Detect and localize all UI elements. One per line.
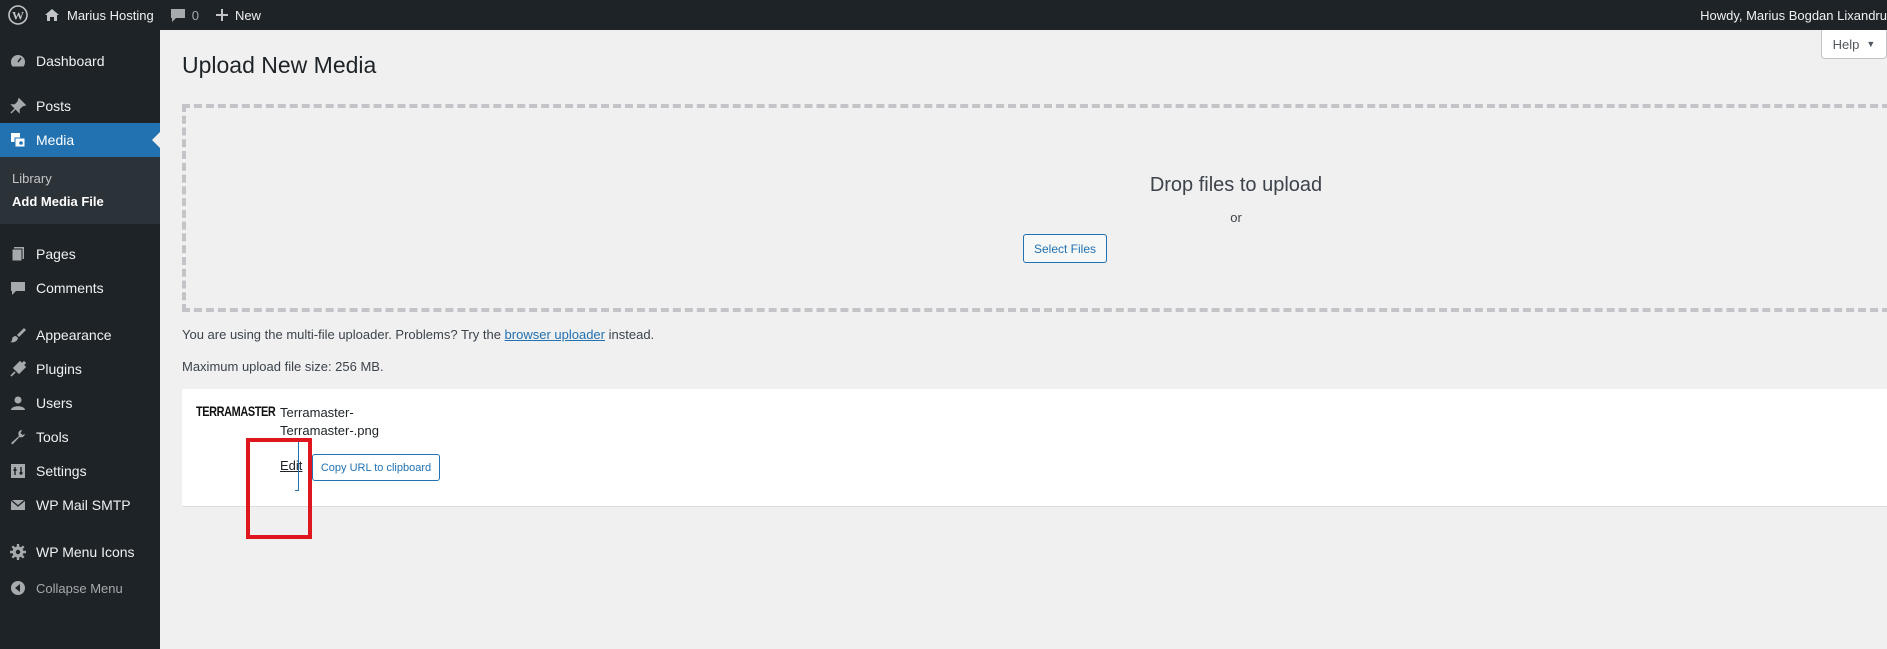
media-icon	[0, 131, 36, 149]
gear-icon	[0, 543, 36, 561]
admin-sidebar: Dashboard Posts Media Library Add Media …	[0, 30, 160, 649]
plus-icon	[215, 8, 229, 22]
main-content: Upload New Media Help ▼ Drop files to up…	[160, 30, 1887, 649]
sidebar-item-appearance[interactable]: Appearance	[0, 318, 160, 352]
select-files-button[interactable]: Select Files	[1023, 234, 1107, 263]
sidebar-item-users[interactable]: Users	[0, 386, 160, 420]
help-label: Help	[1832, 36, 1860, 52]
new-label: New	[234, 7, 261, 23]
copy-url-button[interactable]: Copy URL to clipboard	[312, 454, 440, 481]
howdy-text: Howdy, Marius Bogdan Lixandru	[1700, 7, 1887, 23]
sidebar-item-label: Users	[36, 395, 73, 411]
sidebar-item-label: Pages	[36, 246, 76, 262]
paintbrush-icon	[0, 326, 36, 344]
pin-icon	[0, 97, 36, 115]
user-icon	[0, 394, 36, 412]
sidebar-item-label: Comments	[36, 280, 104, 296]
sidebar-item-label: WP Mail SMTP	[36, 497, 131, 513]
drop-files-title: Drop files to upload	[1149, 174, 1323, 196]
sidebar-item-dashboard[interactable]: Dashboard	[0, 44, 160, 78]
uploader-notice-prefix: You are using the multi-file uploader. P…	[182, 327, 501, 342]
annotation-highlight-box	[246, 438, 312, 539]
collapse-menu-button[interactable]: Collapse Menu	[0, 571, 160, 605]
drop-or-text: or	[1230, 210, 1242, 225]
media-thumbnail: TERRAMASTER	[196, 403, 276, 419]
svg-text:W: W	[12, 9, 24, 23]
sidebar-item-label: Appearance	[36, 327, 112, 343]
uploader-notice-suffix: instead.	[608, 327, 655, 342]
new-content-link[interactable]: New	[207, 0, 269, 30]
sidebar-item-label: Plugins	[36, 361, 82, 377]
comments-count: 0	[191, 7, 199, 23]
collapse-arrow-icon	[0, 580, 36, 596]
dashboard-icon	[0, 52, 36, 70]
uploaded-media-item: TERRAMASTER Terramaster- Terramaster-.pn…	[182, 389, 1887, 507]
help-tab-button[interactable]: Help ▼	[1821, 30, 1887, 59]
browser-uploader-link[interactable]: browser uploader	[505, 327, 605, 342]
sidebar-item-label: WP Menu Icons	[36, 544, 135, 560]
media-submenu: Library Add Media File	[0, 157, 160, 224]
sidebar-item-plugins[interactable]: Plugins	[0, 352, 160, 386]
pages-icon	[0, 245, 36, 263]
sidebar-item-label: Media	[36, 132, 75, 148]
sidebar-item-comments[interactable]: Comments	[0, 271, 160, 305]
submenu-item-add-media-file[interactable]: Add Media File	[12, 194, 104, 209]
sidebar-item-label: Settings	[36, 463, 87, 479]
sidebar-item-label: Tools	[36, 429, 69, 445]
sidebar-item-settings[interactable]: Settings	[0, 454, 160, 488]
sidebar-item-tools[interactable]: Tools	[0, 420, 160, 454]
admin-bar: W Marius Hosting 0 New Howdy, Marius Bog…	[0, 0, 1887, 30]
plug-icon	[0, 360, 36, 378]
wordpress-logo-icon[interactable]: W	[0, 0, 36, 30]
comment-bubble-icon	[170, 8, 186, 23]
page-title: Upload New Media	[182, 52, 377, 78]
wrench-icon	[0, 428, 36, 446]
settings-icon	[0, 462, 36, 480]
sidebar-item-wp-menu-icons[interactable]: WP Menu Icons	[0, 535, 160, 569]
site-name: Marius Hosting	[67, 7, 154, 23]
submenu-item-library[interactable]: Library	[12, 171, 52, 186]
site-name-link[interactable]: Marius Hosting	[36, 0, 162, 30]
sidebar-item-media[interactable]: Media	[0, 123, 160, 157]
max-upload-size: Maximum upload file size: 256 MB.	[182, 359, 384, 374]
media-title: Terramaster-	[280, 405, 354, 420]
account-menu[interactable]: Howdy, Marius Bogdan Lixandru	[1692, 0, 1887, 30]
home-icon	[44, 8, 60, 22]
mail-icon	[0, 496, 36, 514]
comments-link[interactable]: 0	[162, 0, 207, 30]
sidebar-item-label: Posts	[36, 98, 72, 114]
uploader-notice: You are using the multi-file uploader. P…	[182, 327, 654, 342]
sidebar-item-pages[interactable]: Pages	[0, 237, 160, 271]
caret-down-icon: ▼	[1866, 39, 1876, 49]
sidebar-item-posts[interactable]: Posts	[0, 89, 160, 123]
collapse-menu-label: Collapse Menu	[36, 580, 123, 596]
comment-icon	[0, 279, 36, 297]
sidebar-item-wp-mail-smtp[interactable]: WP Mail SMTP	[0, 488, 160, 522]
sidebar-item-label: Dashboard	[36, 53, 105, 69]
media-filename: Terramaster-.png	[280, 423, 379, 438]
drop-zone[interactable]: Drop files to upload or Select Files	[182, 104, 1887, 312]
